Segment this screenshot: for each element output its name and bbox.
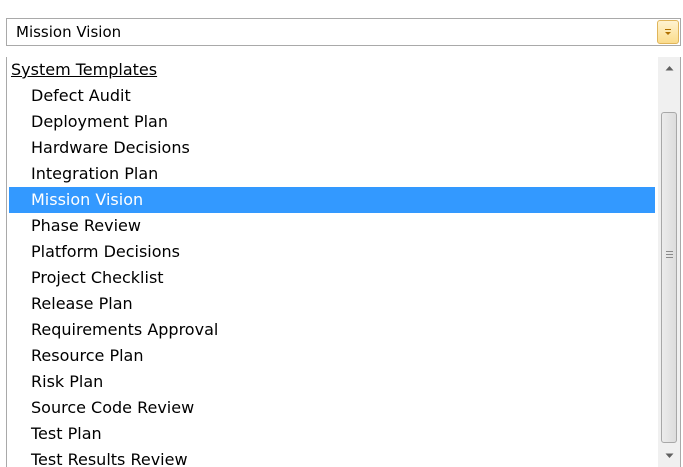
- list-item-deployment-plan[interactable]: Deployment Plan: [9, 109, 655, 135]
- combo-dropdown-button[interactable]: [657, 20, 679, 44]
- list-item-hardware-decisions[interactable]: Hardware Decisions: [9, 135, 655, 161]
- scroll-down-button[interactable]: [658, 445, 680, 467]
- list-item-risk-plan[interactable]: Risk Plan: [9, 369, 655, 395]
- scroll-up-button[interactable]: [658, 57, 680, 79]
- list-item-phase-review[interactable]: Phase Review: [9, 213, 655, 239]
- template-picker: Mission Vision System Templates Defect A…: [0, 0, 683, 467]
- list-item-defect-audit[interactable]: Defect Audit: [9, 83, 655, 109]
- list-item-test-results-review[interactable]: Test Results Review: [9, 447, 655, 467]
- scroll-up-arrow-icon: [665, 66, 673, 71]
- scroll-grip-icon: [666, 251, 673, 260]
- chevron-down-icon: [665, 29, 671, 35]
- scroll-thumb[interactable]: [661, 112, 677, 443]
- combo-selected-value: Mission Vision: [16, 23, 122, 41]
- group-header-system-templates: System Templates: [11, 60, 158, 79]
- list-item-resource-plan[interactable]: Resource Plan: [9, 343, 655, 369]
- list-item-requirements-approval[interactable]: Requirements Approval: [9, 317, 655, 343]
- list-item-test-plan[interactable]: Test Plan: [9, 421, 655, 447]
- list-item-source-code-review[interactable]: Source Code Review: [9, 395, 655, 421]
- vertical-scrollbar[interactable]: [658, 57, 680, 467]
- template-dropdown-list: System Templates Defect Audit Deployment …: [6, 57, 681, 467]
- template-combobox[interactable]: Mission Vision: [6, 18, 681, 46]
- list-item-mission-vision[interactable]: Mission Vision: [9, 187, 655, 213]
- list-item-platform-decisions[interactable]: Platform Decisions: [9, 239, 655, 265]
- list-item-release-plan[interactable]: Release Plan: [9, 291, 655, 317]
- scroll-down-arrow-icon: [665, 453, 673, 458]
- list-item-project-checklist[interactable]: Project Checklist: [9, 265, 655, 291]
- list-item-integration-plan[interactable]: Integration Plan: [9, 161, 655, 187]
- template-list: System Templates Defect Audit Deployment …: [9, 57, 655, 467]
